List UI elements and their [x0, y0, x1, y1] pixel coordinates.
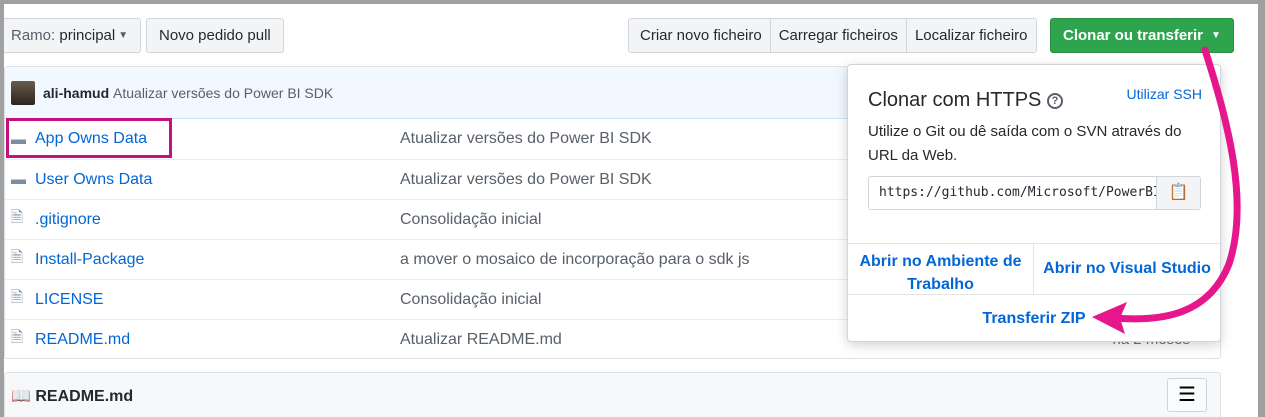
- repo-page: Ramo: principal ▼ Novo pedido pull Criar …: [4, 4, 1258, 417]
- annotation-arrow: [1092, 46, 1241, 334]
